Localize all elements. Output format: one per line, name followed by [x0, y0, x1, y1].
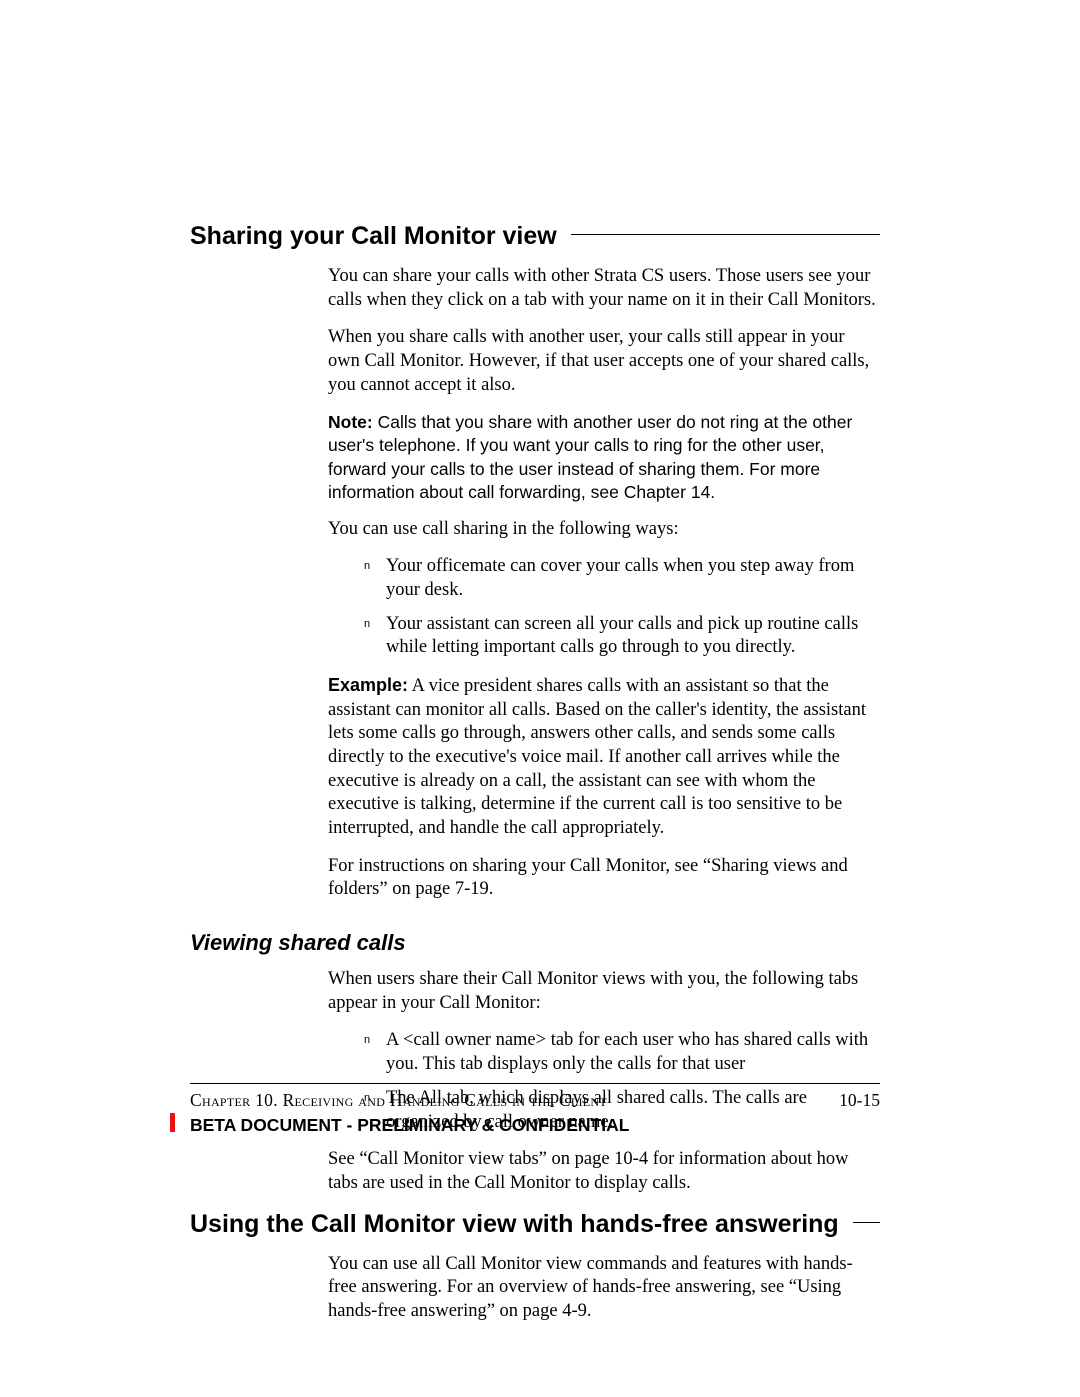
example-label: Example: [328, 675, 408, 695]
section2-body: You can use all Call Monitor view comman… [328, 1253, 880, 1324]
heading-sharing: Sharing your Call Monitor view [190, 222, 880, 251]
list-item: Your assistant can screen all your calls… [364, 613, 880, 660]
subsection-body: When users share their Call Monitor view… [328, 968, 880, 1195]
note-text: Calls that you share with another user d… [328, 412, 852, 501]
para: When users share their Call Monitor view… [328, 968, 880, 1015]
page-footer: Chapter 10. Receiving and Handling Calls… [190, 1083, 880, 1136]
para: You can use all Call Monitor view comman… [328, 1253, 880, 1324]
heading-text: Sharing your Call Monitor view [190, 222, 557, 251]
list-item: Your officemate can cover your calls whe… [364, 555, 880, 602]
bullet-list: Your officemate can cover your calls whe… [364, 555, 880, 660]
note-para: Note: Calls that you share with another … [328, 411, 880, 503]
change-bar [170, 1113, 175, 1132]
section1-body: You can share your calls with other Stra… [328, 265, 880, 902]
para: For instructions on sharing your Call Mo… [328, 855, 880, 902]
heading-viewing-shared: Viewing shared calls [190, 930, 880, 956]
para: You can use call sharing in the followin… [328, 518, 880, 542]
heading-rule [571, 234, 880, 235]
para: When you share calls with another user, … [328, 326, 880, 397]
heading-text: Using the Call Monitor view with hands-f… [190, 1210, 839, 1239]
footer-page-number: 10-15 [839, 1090, 880, 1111]
footer-row: Chapter 10. Receiving and Handling Calls… [190, 1090, 880, 1111]
para: See “Call Monitor view tabs” on page 10-… [328, 1148, 880, 1195]
heading-hands-free: Using the Call Monitor view with hands-f… [190, 1210, 880, 1239]
list-item: A <call owner name> tab for each user wh… [364, 1029, 880, 1076]
example-para: Example: A vice president shares calls w… [328, 674, 880, 841]
heading-rule [853, 1222, 880, 1223]
footer-chapter: Chapter 10. Receiving and Handling Calls… [190, 1090, 607, 1111]
para: You can share your calls with other Stra… [328, 265, 880, 312]
page: Sharing your Call Monitor view You can s… [0, 0, 1080, 1397]
example-text: A vice president shares calls with an as… [328, 676, 866, 838]
note-label: Note: [328, 412, 373, 432]
content-area: Sharing your Call Monitor view You can s… [190, 222, 880, 1338]
footer-beta: BETA DOCUMENT - PRELIMINARY & CONFIDENTI… [190, 1115, 880, 1136]
